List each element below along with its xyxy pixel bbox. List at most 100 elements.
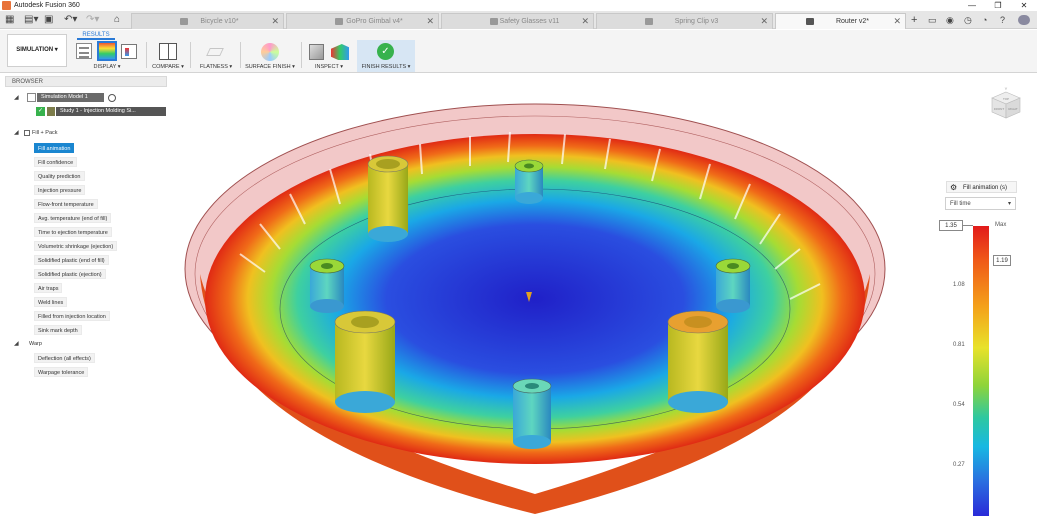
redo-icon[interactable]: ↷▾ bbox=[86, 14, 99, 26]
home-icon[interactable]: ⌂ bbox=[114, 14, 120, 26]
apps-grid-icon[interactable]: ▦ bbox=[5, 14, 14, 26]
expand-triangle-icon[interactable]: ◢ bbox=[14, 340, 19, 347]
group-flatness[interactable]: FLATNESS ▾ bbox=[195, 64, 237, 70]
result-sink-mark-depth[interactable]: Sink mark depth bbox=[34, 325, 82, 335]
notifications-icon[interactable]: ◔ bbox=[982, 15, 987, 25]
activate-radio-icon[interactable] bbox=[108, 94, 116, 102]
legend-icon[interactable] bbox=[121, 44, 137, 59]
legend-header: ⚙ Fill animation (s) bbox=[946, 181, 1017, 193]
result-fill-animation[interactable]: Fill animation bbox=[34, 143, 75, 153]
surface-finish-icon[interactable] bbox=[261, 43, 279, 61]
result-avg-temperature[interactable]: Avg. temperature (end of fill) bbox=[34, 213, 112, 223]
title-bar: Autodesk Fusion 360 — ❐ ✕ bbox=[0, 0, 1037, 11]
tab-close-icon[interactable]: ✕ bbox=[581, 14, 589, 29]
part-render[interactable] bbox=[170, 74, 1037, 516]
save-icon[interactable]: ▣ bbox=[44, 14, 53, 26]
close-icon[interactable]: ✕ bbox=[1011, 0, 1037, 11]
workspace-switcher[interactable]: SIMULATION ▾ bbox=[7, 34, 67, 67]
section-warp[interactable]: Warp bbox=[26, 339, 45, 349]
file-menu-icon[interactable]: ▤▾ bbox=[24, 14, 38, 26]
help-icon[interactable]: ? bbox=[1000, 15, 1005, 25]
display-contour-icon[interactable] bbox=[97, 41, 117, 61]
group-surface-finish[interactable]: SURFACE FINISH ▾ bbox=[244, 64, 296, 70]
legend-max-label: Max bbox=[995, 222, 1007, 228]
animation-time-input[interactable]: 1.35 bbox=[939, 220, 963, 231]
tab-bicycle[interactable]: Bicycle v10* ✕ bbox=[131, 13, 284, 29]
section-fill-pack[interactable]: Fill + Pack bbox=[29, 128, 61, 138]
study-icon bbox=[47, 107, 55, 116]
window-controls: — ❐ ✕ bbox=[959, 0, 1037, 11]
user-avatar[interactable] bbox=[1018, 15, 1030, 25]
compare-icon[interactable] bbox=[159, 43, 177, 60]
inspect-measure-icon[interactable] bbox=[309, 44, 324, 60]
ribbon-divider bbox=[240, 42, 241, 68]
legend-tick: 0.54 bbox=[953, 402, 965, 408]
minimize-icon[interactable]: — bbox=[959, 0, 985, 11]
finish-results-button[interactable]: ✓ FINISH RESULTS ▾ bbox=[357, 40, 415, 72]
boss-left bbox=[309, 258, 345, 313]
tab-safety-glasses[interactable]: Safety Glasses v11 ✕ bbox=[441, 13, 594, 29]
result-filled-from-injection[interactable]: Filled from injection location bbox=[34, 311, 110, 321]
result-flow-front-temperature[interactable]: Flow-front temperature bbox=[34, 199, 98, 209]
result-solidified-end-of-fill[interactable]: Solidified plastic (end of fill) bbox=[34, 255, 109, 265]
boss-bottom-center bbox=[512, 378, 552, 449]
group-compare[interactable]: COMPARE ▾ bbox=[150, 64, 186, 70]
job-status-icon[interactable]: ◉ bbox=[946, 15, 954, 25]
group-display[interactable]: DISPLAY ▾ bbox=[84, 64, 130, 70]
legend-tick: 1.08 bbox=[953, 282, 965, 288]
time-pointer-line bbox=[963, 225, 973, 226]
study-node[interactable]: Study 1 - Injection Molding Si... bbox=[56, 107, 166, 116]
color-scale-bar bbox=[973, 226, 989, 516]
clock-icon[interactable]: ◷ bbox=[964, 15, 972, 25]
result-time-to-ejection[interactable]: Time to ejection temperature bbox=[34, 227, 112, 237]
check-icon: ✓ bbox=[377, 43, 394, 60]
chevron-down-icon: ▾ bbox=[1007, 201, 1011, 207]
ribbon-divider bbox=[301, 42, 302, 68]
svg-text:RIGHT: RIGHT bbox=[1008, 107, 1018, 111]
group-inspect[interactable]: INSPECT ▾ bbox=[309, 64, 349, 70]
simulation-model-node[interactable]: Simulation Model 1 bbox=[37, 93, 104, 102]
tab-close-icon[interactable]: ✕ bbox=[893, 14, 901, 29]
result-warpage-tolerance[interactable]: Warpage tolerance bbox=[34, 367, 89, 377]
ribbon-divider bbox=[146, 42, 147, 68]
undo-icon[interactable]: ↶▾ bbox=[64, 14, 77, 26]
result-deflection[interactable]: Deflection (all effects) bbox=[34, 353, 95, 363]
tab-spring-clip[interactable]: Spring Clip v3 ✕ bbox=[596, 13, 773, 29]
restore-icon[interactable]: ❐ bbox=[985, 0, 1011, 11]
expand-triangle-icon[interactable]: ◢ bbox=[14, 94, 19, 101]
result-air-traps[interactable]: Air traps bbox=[34, 283, 63, 293]
result-fill-confidence[interactable]: Fill confidence bbox=[34, 157, 78, 167]
tab-close-icon[interactable]: ✕ bbox=[271, 14, 279, 29]
result-quality-prediction[interactable]: Quality prediction bbox=[34, 171, 85, 181]
flatness-icon[interactable] bbox=[206, 44, 224, 60]
browser-header[interactable]: BROWSER bbox=[5, 76, 167, 87]
results-table-icon[interactable] bbox=[76, 43, 92, 59]
inspect-section-icon[interactable] bbox=[331, 44, 349, 60]
legend-marker-value[interactable]: 1.19 bbox=[993, 255, 1011, 266]
ribbon-divider bbox=[190, 42, 191, 68]
toolbar-ribbon: SIMULATION ▾ RESULTS DISPLAY ▾ COMPARE ▾… bbox=[0, 30, 1037, 73]
study-check-icon: ✓ bbox=[36, 107, 45, 116]
result-volumetric-shrinkage[interactable]: Volumetric shrinkage (ejection) bbox=[34, 241, 118, 251]
tab-close-icon[interactable]: ✕ bbox=[426, 14, 434, 29]
tab-close-icon[interactable]: ✕ bbox=[760, 14, 768, 29]
new-tab-icon[interactable]: + bbox=[911, 15, 917, 26]
gear-icon[interactable]: ⚙ bbox=[950, 182, 957, 194]
result-injection-pressure[interactable]: Injection pressure bbox=[34, 185, 86, 195]
result-weld-lines[interactable]: Weld lines bbox=[34, 297, 68, 307]
expand-triangle-icon[interactable]: ◢ bbox=[14, 129, 19, 136]
svg-text:FRONT: FRONT bbox=[994, 107, 1004, 111]
boss-top-center bbox=[514, 159, 544, 204]
tab-gopro-gimbal[interactable]: GoPro Gimbal v4* ✕ bbox=[286, 13, 439, 29]
document-tab-bar: ▦ ▤▾ ▣ ↶▾ ↷▾ ⌂ Bicycle v10* ✕ GoPro Gimb… bbox=[0, 11, 1037, 29]
result-type-dropdown[interactable]: Fill time ▾ bbox=[945, 197, 1016, 210]
result-solidified-ejection[interactable]: Solidified plastic (ejection) bbox=[34, 269, 106, 279]
comment-icon[interactable]: ▭ bbox=[928, 15, 937, 25]
legend-title: Fill animation (s) bbox=[963, 185, 1008, 191]
tab-results[interactable]: RESULTS bbox=[77, 30, 115, 40]
tab-router[interactable]: Router v2* ✕ bbox=[775, 13, 906, 29]
boss-bottom-left bbox=[334, 310, 396, 413]
3d-viewport[interactable]: TOP FRONT RIGHT Y bbox=[170, 74, 1037, 516]
fusion-logo-icon bbox=[2, 1, 11, 10]
viewcube[interactable]: TOP FRONT RIGHT Y bbox=[988, 86, 1024, 122]
